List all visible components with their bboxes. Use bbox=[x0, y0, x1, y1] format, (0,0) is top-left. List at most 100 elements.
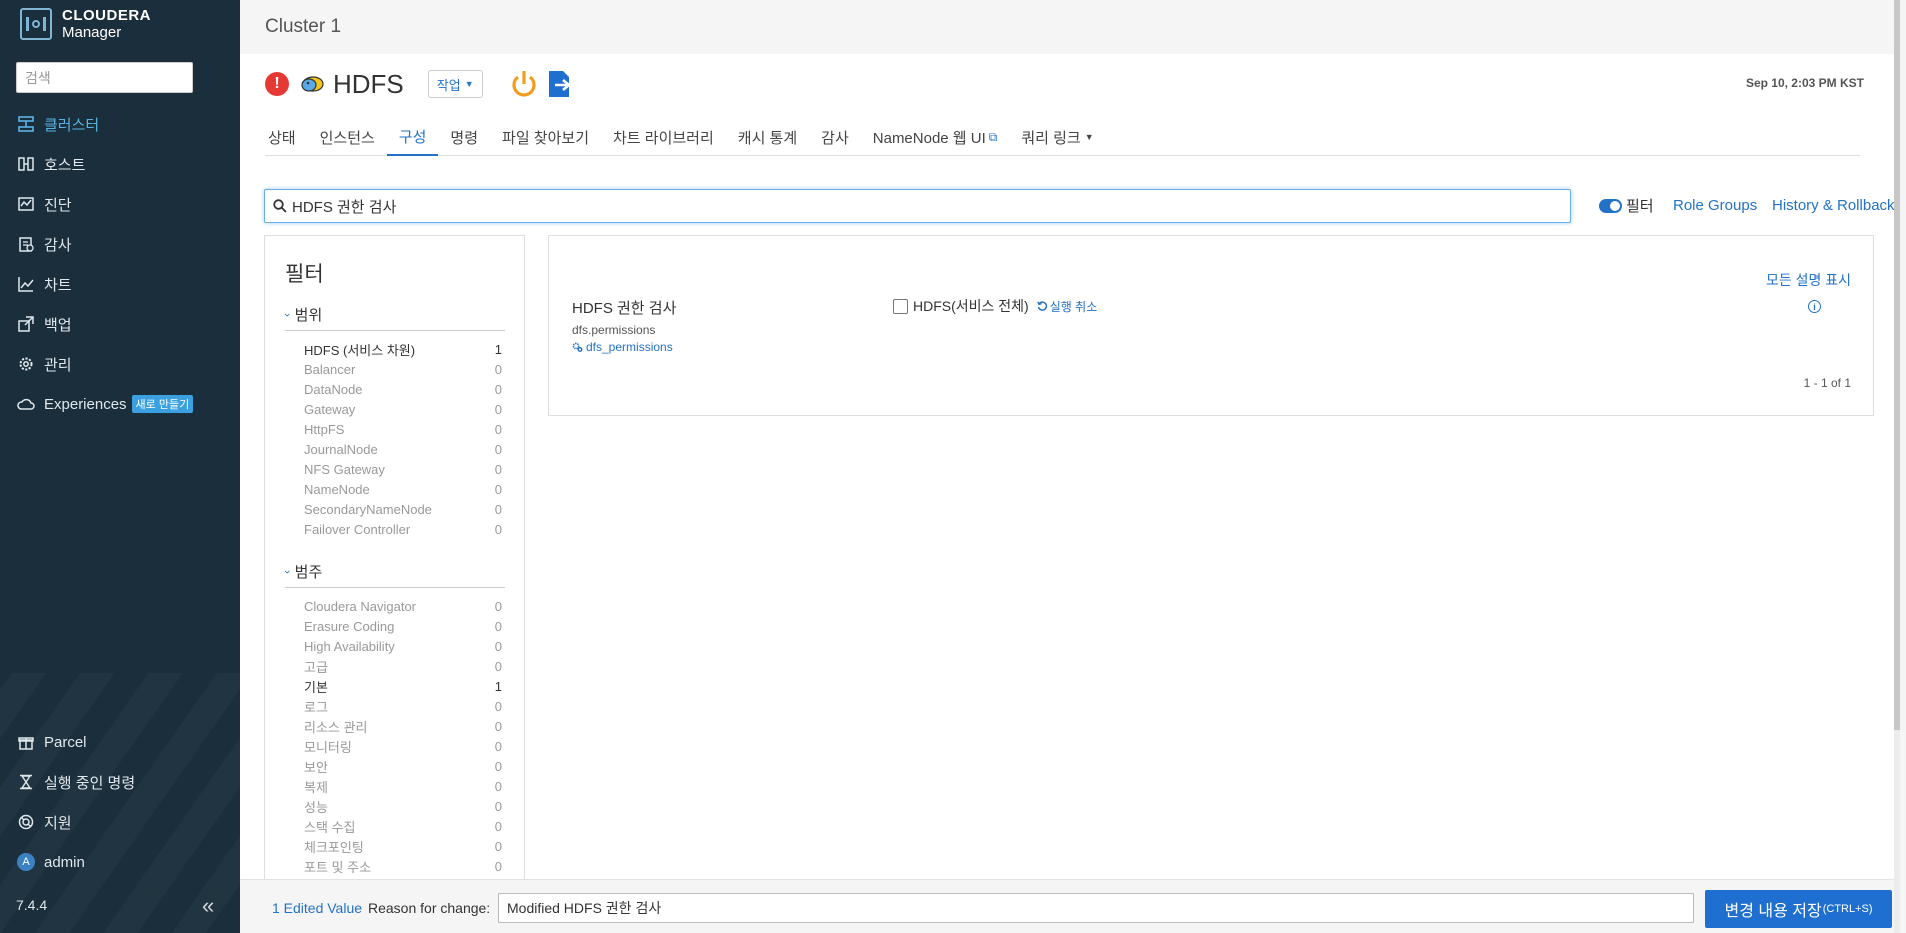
actions-dropdown[interactable]: 작업 ▼ bbox=[427, 70, 483, 98]
filter-item[interactable]: SecondaryNameNode 0 bbox=[285, 499, 505, 519]
filter-item[interactable]: 성능 0 bbox=[285, 796, 505, 816]
filter-item[interactable]: Gateway 0 bbox=[285, 399, 505, 419]
role-groups-link[interactable]: Role Groups bbox=[1673, 197, 1757, 214]
sidebar-item-charts[interactable]: 차트 bbox=[0, 264, 240, 304]
filter-item[interactable]: 스택 수집 0 bbox=[285, 816, 505, 836]
version-label: 7.4.4 bbox=[16, 897, 48, 913]
sidebar-search-input[interactable] bbox=[16, 62, 193, 93]
scrollbar[interactable] bbox=[1894, 0, 1900, 933]
property-docs-link[interactable]: dfs_permissions bbox=[572, 340, 673, 354]
filter-item[interactable]: DataNode 0 bbox=[285, 379, 505, 399]
sidebar-item-running-commands[interactable]: 실행 중인 명령 bbox=[0, 762, 240, 802]
sidebar-item-label: 지원 bbox=[44, 814, 72, 832]
cluster-icon bbox=[17, 115, 35, 133]
error-status-icon[interactable]: ! bbox=[265, 72, 289, 96]
sidebar-item-audit[interactable]: 감사 bbox=[0, 224, 240, 264]
tab-label: 파일 찾아보기 bbox=[502, 129, 589, 147]
tab-cache-stats[interactable]: 캐시 통계 bbox=[726, 118, 809, 156]
sidebar-item-clusters[interactable]: 클러스터 bbox=[0, 104, 240, 144]
cluster-name[interactable]: Cluster 1 bbox=[265, 16, 341, 38]
filter-item[interactable]: Failover Controller 0 bbox=[285, 519, 505, 539]
filter-item-name: HDFS (서비스 차원) bbox=[304, 342, 416, 358]
tab-status[interactable]: 상태 bbox=[265, 118, 308, 156]
tab-audit[interactable]: 감사 bbox=[809, 118, 861, 156]
config-results-panel: 모든 설명 표시 i HDFS 권한 검사 dfs.permissions df… bbox=[548, 235, 1874, 416]
config-search-input[interactable] bbox=[292, 197, 1542, 215]
filter-item-count: 0 bbox=[494, 798, 502, 814]
filter-item[interactable]: 기본 1 bbox=[285, 676, 505, 696]
logo-brand: CLOUDERA bbox=[62, 7, 151, 24]
gear-icon bbox=[17, 355, 35, 373]
sidebar-item-label: 실행 중인 명령 bbox=[44, 774, 136, 792]
tab-label: 차트 라이브러리 bbox=[613, 129, 714, 147]
tab-label: 명령 bbox=[450, 129, 479, 147]
undo-button[interactable]: 실행 취소 bbox=[1036, 298, 1097, 315]
filter-item-name: 스택 수집 bbox=[304, 819, 356, 835]
category-filter-label: 범주 bbox=[294, 564, 323, 581]
filter-item[interactable]: 포트 및 주소 0 bbox=[285, 856, 505, 876]
filter-item[interactable]: 모니터링 0 bbox=[285, 736, 505, 756]
filter-item[interactable]: NFS Gateway 0 bbox=[285, 459, 505, 479]
show-all-descriptions-link[interactable]: 모든 설명 표시 bbox=[1766, 270, 1851, 290]
filter-item[interactable]: HDFS (서비스 차원) 1 bbox=[285, 339, 505, 359]
filter-item[interactable]: JournalNode 0 bbox=[285, 439, 505, 459]
category-filter-header[interactable]: › 범주 bbox=[281, 561, 505, 588]
tab-commands[interactable]: 명령 bbox=[438, 118, 490, 156]
sidebar: CLOUDERA Manager 클러스터 호스트 진단 bbox=[0, 0, 240, 933]
sidebar-item-label: Experiences bbox=[44, 395, 127, 413]
breadcrumb: Cluster 1 bbox=[240, 0, 1900, 54]
tab-file-browser[interactable]: 파일 찾아보기 bbox=[490, 118, 601, 156]
filter-item[interactable]: Erasure Coding 0 bbox=[285, 616, 505, 636]
tab-configuration[interactable]: 구성 bbox=[386, 118, 439, 156]
filter-toggle[interactable]: 필터 bbox=[1599, 195, 1654, 216]
property-checkbox[interactable] bbox=[893, 298, 908, 314]
tab-instances[interactable]: 인스턴스 bbox=[308, 118, 387, 156]
save-changes-button[interactable]: 변경 내용 저장 (CTRL+S) bbox=[1705, 890, 1892, 928]
sidebar-item-diagnostics[interactable]: 진단 bbox=[0, 184, 240, 224]
edited-values-link[interactable]: 1 Edited Value bbox=[272, 900, 362, 916]
filter-item-name: 기본 bbox=[304, 679, 328, 695]
filter-item[interactable]: 복제 0 bbox=[285, 776, 505, 796]
filter-item-name: 모니터링 bbox=[304, 739, 352, 755]
chevron-down-icon: › bbox=[280, 569, 293, 574]
filter-item-count: 0 bbox=[494, 501, 502, 517]
filter-item[interactable]: 로그 0 bbox=[285, 696, 505, 716]
sidebar-item-hosts[interactable]: 호스트 bbox=[0, 144, 240, 184]
filter-toggle-label: 필터 bbox=[1626, 198, 1654, 215]
filter-item[interactable]: 체크포인팅 0 bbox=[285, 836, 505, 856]
tab-quick-links[interactable]: 쿼리 링크 ▼ bbox=[1009, 118, 1105, 156]
filter-item[interactable]: NameNode 0 bbox=[285, 479, 505, 499]
filter-item[interactable]: Balancer 0 bbox=[285, 359, 505, 379]
tab-chart-library[interactable]: 차트 라이브러리 bbox=[601, 118, 726, 156]
filter-item[interactable]: 보안 0 bbox=[285, 756, 505, 776]
undo-icon bbox=[1036, 301, 1047, 311]
sidebar-item-administration[interactable]: 관리 bbox=[0, 344, 240, 384]
cloudera-logo[interactable]: CLOUDERA Manager bbox=[20, 8, 151, 40]
history-rollback-link[interactable]: History & Rollback bbox=[1772, 197, 1895, 214]
power-restart-icon[interactable] bbox=[509, 69, 539, 99]
config-search-box[interactable] bbox=[264, 189, 1571, 223]
sidebar-item-label: admin bbox=[44, 853, 85, 871]
filter-item[interactable]: 리소스 관리 0 bbox=[285, 716, 505, 736]
reason-input[interactable] bbox=[498, 893, 1694, 923]
category-filter-group: › 범주 Cloudera Navigator 0 Erasure Coding 0… bbox=[281, 561, 505, 876]
filter-item[interactable]: High Availability 0 bbox=[285, 636, 505, 656]
scope-filter-header[interactable]: › 범위 bbox=[281, 304, 505, 331]
sidebar-item-parcel[interactable]: Parcel bbox=[0, 722, 240, 762]
filter-item-name: NFS Gateway bbox=[304, 461, 385, 477]
sidebar-item-backup[interactable]: 백업 bbox=[0, 304, 240, 344]
scrollbar-thumb[interactable] bbox=[1894, 0, 1900, 730]
filter-item[interactable]: 고급 0 bbox=[285, 656, 505, 676]
filter-item[interactable]: Cloudera Navigator 0 bbox=[285, 596, 505, 616]
sidebar-item-experiences[interactable]: Experiences 새로 만들기 bbox=[0, 384, 240, 424]
sidebar-item-user[interactable]: A admin bbox=[0, 842, 240, 882]
filter-item-name: HttpFS bbox=[304, 421, 345, 437]
collapse-sidebar-icon[interactable]: « bbox=[202, 893, 214, 919]
sidebar-item-support[interactable]: 지원 bbox=[0, 802, 240, 842]
filter-item[interactable]: HttpFS 0 bbox=[285, 419, 505, 439]
deploy-config-icon[interactable] bbox=[545, 69, 575, 99]
info-icon[interactable]: i bbox=[1808, 300, 1821, 313]
tab-namenode-web-ui[interactable]: NameNode 웹 UI ⧉ bbox=[861, 118, 1010, 156]
tab-label: 구성 bbox=[398, 128, 427, 146]
filter-item-name: 복제 bbox=[304, 779, 328, 795]
